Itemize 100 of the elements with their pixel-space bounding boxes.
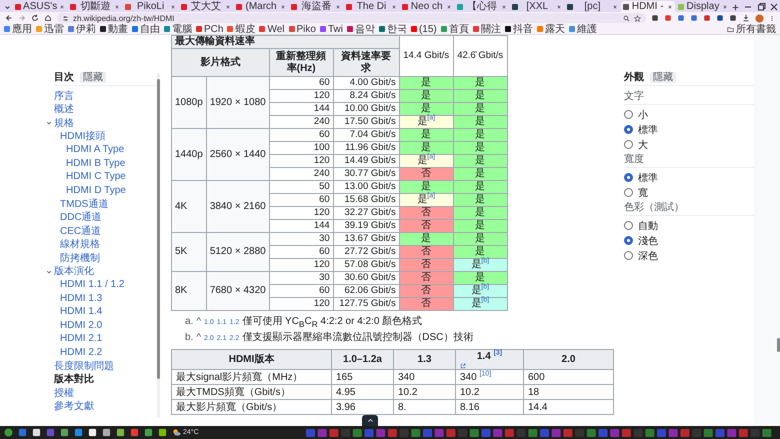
bookmark[interactable]: 電腦 [164, 24, 192, 34]
footnote-link[interactable]: [a] [427, 114, 436, 122]
new-tab-icon[interactable] [731, 3, 740, 12]
bookmark[interactable]: 自由 [132, 24, 160, 34]
radio-option[interactable]: 深色 [624, 248, 658, 263]
close-icon[interactable] [666, 4, 673, 10]
site-info-icon[interactable] [62, 14, 69, 22]
close-icon[interactable] [501, 4, 508, 10]
toc-link[interactable]: 線材規格 [60, 238, 157, 251]
toc-link[interactable]: 參考文獻 [54, 400, 157, 413]
browser-tab[interactable]: [XXL [510, 1, 564, 12]
download-icon[interactable] [742, 14, 750, 22]
radio-option[interactable]: 自動 [624, 218, 658, 233]
caret-link[interactable]: ^ [196, 331, 202, 344]
toc-link[interactable]: 序言 [54, 89, 157, 102]
caret-link[interactable]: ^ [196, 315, 202, 328]
bookmark[interactable]: 抖音 [504, 24, 533, 34]
toc-link[interactable]: 版本對比 [54, 372, 157, 386]
toc-link[interactable]: HDMI 2.0 [60, 318, 157, 332]
close-icon[interactable] [59, 4, 66, 10]
close-icon[interactable] [556, 4, 562, 10]
browser-tab[interactable]: 海盜番 [289, 1, 344, 12]
start-icon[interactable] [4, 428, 13, 437]
toc-link[interactable]: TMDS通道 [60, 197, 157, 210]
browser-tab[interactable]: The Di [344, 1, 399, 12]
footnote-link[interactable]: [a] [427, 192, 436, 200]
restore-icon[interactable] [755, 2, 768, 12]
backlink[interactable]: 2.2 [230, 335, 240, 343]
footnote-link[interactable]: [b] [481, 296, 490, 304]
hide-button[interactable]: 隱藏 [650, 72, 676, 82]
toc-link[interactable]: HDMI 1.1 / 1.2 [60, 278, 157, 292]
toc-link[interactable]: HDMI 1.3 [60, 292, 157, 305]
bookmark[interactable]: 음악 [346, 24, 375, 34]
star-icon[interactable] [634, 14, 641, 22]
radio-option[interactable]: 小 [624, 107, 648, 122]
close-icon[interactable] [722, 4, 728, 10]
radio-icon[interactable] [624, 221, 633, 230]
bookmark[interactable]: Wel [259, 24, 284, 34]
backlink[interactable]: 1.0 [204, 319, 214, 327]
toc-link[interactable]: 防拷機制 [60, 251, 157, 264]
bookmark[interactable]: 關注 [472, 24, 501, 34]
reload-icon[interactable] [31, 14, 39, 22]
bookmark[interactable]: PCh [196, 24, 224, 34]
scroll-up-button[interactable] [362, 415, 378, 426]
footnote-link[interactable]: [b] [481, 284, 490, 291]
address-bar[interactable]: zh.wikipedia.org/zh-tw/HDMI [57, 13, 646, 23]
radio-icon[interactable] [624, 110, 633, 119]
bookmark[interactable]: 迅雷 [36, 24, 64, 34]
bookmark[interactable]: 蝦皮 [227, 24, 256, 34]
home-icon[interactable] [44, 14, 52, 22]
close-icon[interactable] [335, 4, 342, 10]
browser-tab[interactable]: [pc] [565, 1, 620, 12]
bookmark[interactable]: Piko [288, 24, 316, 34]
backlink[interactable]: 1.2 [230, 319, 240, 327]
browser-tab[interactable]: 艾大艾 [178, 1, 233, 12]
bookmark[interactable]: 한국 [378, 24, 407, 34]
browser-tab[interactable]: PikoLi [123, 1, 178, 12]
radio-option[interactable]: 淺色 [624, 233, 658, 248]
search-icon[interactable] [623, 14, 630, 22]
toc-link[interactable]: DDC通道 [60, 210, 157, 224]
bookmark[interactable]: (15) [410, 24, 437, 34]
radio-icon[interactable] [624, 188, 633, 197]
radio-option[interactable]: 標準 [624, 170, 658, 185]
browser-tab[interactable]: HDMI - [620, 1, 675, 12]
footnote-link[interactable]: [b] [481, 258, 490, 265]
footnote-link[interactable]: [a] [427, 154, 436, 161]
radio-option[interactable]: 標準 [624, 122, 658, 137]
backlink[interactable]: 1.1 [216, 319, 227, 327]
bookmark[interactable]: 首頁 [440, 24, 469, 34]
toc-link[interactable]: 規格 [54, 116, 157, 130]
close-icon[interactable] [280, 4, 286, 10]
radio-icon[interactable] [624, 140, 633, 149]
toc-link[interactable]: 授權 [54, 386, 157, 400]
chevron-icon[interactable] [46, 120, 52, 126]
bookmark[interactable]: 應用 [4, 24, 32, 34]
hide-button[interactable]: 隱藏 [80, 72, 106, 82]
radio-icon[interactable] [624, 125, 633, 134]
toc-link[interactable]: 概述 [54, 102, 157, 116]
close-icon[interactable] [114, 4, 120, 10]
browser-tab[interactable]: ASUS's [13, 1, 68, 12]
close-icon[interactable] [768, 2, 780, 12]
radio-option[interactable]: 大 [624, 137, 648, 152]
bookmark[interactable]: 動畫 [100, 24, 128, 34]
toc-link[interactable]: HDMI接頭 [60, 130, 157, 143]
all-bookmarks-button[interactable]: 所有書籤 [727, 24, 776, 34]
browser-tab[interactable]: 切斷遊 [68, 1, 122, 12]
toc-link[interactable]: CEC通道 [60, 224, 157, 238]
toc-link[interactable]: 長度限制問題 [54, 359, 157, 372]
toc-link[interactable]: HDMI 2.1 [60, 332, 157, 346]
toc-link[interactable]: HDMI A Type [66, 143, 157, 156]
radio-icon[interactable] [624, 173, 633, 182]
external-link-icon[interactable] [460, 363, 466, 369]
toc-link[interactable]: HDMI 2.2 [60, 346, 157, 359]
radio-icon[interactable] [624, 251, 633, 260]
bookmark[interactable]: 維護 [568, 24, 597, 34]
toc-link[interactable]: HDMI D Type [66, 184, 157, 197]
back-icon[interactable] [5, 14, 13, 22]
close-icon[interactable] [446, 4, 452, 10]
browser-tab[interactable]: Neo ch [400, 1, 454, 12]
bookmark[interactable]: 伊莉 [68, 24, 96, 34]
